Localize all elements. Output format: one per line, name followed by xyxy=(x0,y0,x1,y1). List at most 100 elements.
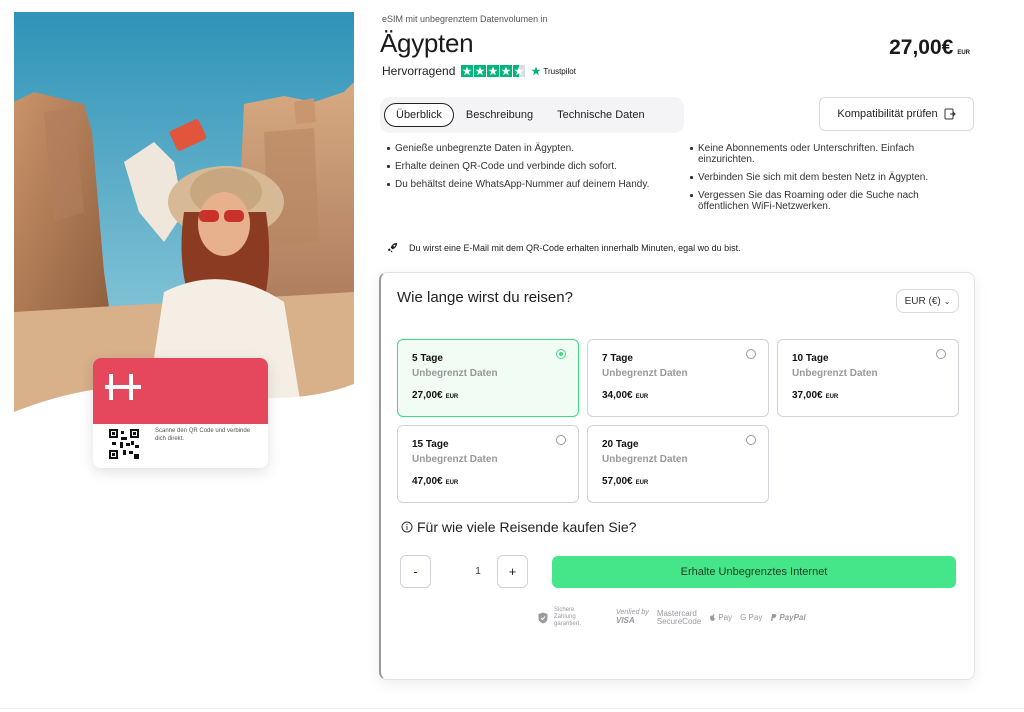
list-item: Keine Abonnements oder Unterschriften. E… xyxy=(690,143,960,165)
paypal-logo: PayPal xyxy=(770,613,806,622)
plan-days: 5 Tage xyxy=(412,353,443,364)
star-icon xyxy=(474,65,487,77)
plan-price-value: 47,00€ xyxy=(412,476,443,487)
mastercard-securecode-logo: Mastercard SecureCode xyxy=(656,609,702,626)
plan-radio[interactable] xyxy=(746,435,756,445)
trip-duration-question: Wie lange wirst du reisen? xyxy=(397,289,573,306)
features-list-right: Keine Abonnements oder Unterschriften. E… xyxy=(690,143,960,219)
trustpilot-star-icon xyxy=(531,66,541,76)
plan-data: Unbegrenzt Daten xyxy=(602,368,688,379)
currency-select-value: EUR (€) xyxy=(904,295,941,307)
check-compatibility-button[interactable]: Kompatibilität prüfen xyxy=(819,97,974,131)
plan-price: 34,00€ EUR xyxy=(602,390,648,401)
star-icon xyxy=(500,65,513,77)
plan-radio[interactable] xyxy=(556,349,566,359)
plan-option-7-days[interactable]: 7 Tage Unbegrenzt Daten 34,00€ EUR xyxy=(587,339,769,417)
product-tabs: Überblick Beschreibung Technische Daten xyxy=(380,97,684,133)
travelers-question-text: Für wie viele Reisende kaufen Sie? xyxy=(417,519,637,535)
trustpilot-label: Trustpilot xyxy=(543,66,576,76)
info-icon[interactable] xyxy=(401,521,413,533)
plan-price-value: 27,00€ xyxy=(412,390,443,401)
plan-price: 47,00€ EUR xyxy=(412,476,458,487)
header-price: 27,00€ EUR xyxy=(889,36,970,60)
apple-pay-text: Pay xyxy=(718,613,733,622)
header-price-currency: EUR xyxy=(957,50,970,56)
qr-code-icon xyxy=(109,429,139,459)
plan-radio[interactable] xyxy=(556,435,566,445)
features-list-left: Genieße unbegrenzte Daten in Ägypten. Er… xyxy=(387,143,657,197)
chevron-down-icon: ⌄ xyxy=(943,296,951,306)
star-icon xyxy=(487,65,500,77)
buy-unlimited-internet-button[interactable]: Erhalte Unbegrenztes Internet xyxy=(552,556,956,588)
plan-price-currency: EUR xyxy=(635,394,649,400)
tab-description[interactable]: Beschreibung xyxy=(454,103,545,127)
plan-price-value: 57,00€ xyxy=(602,476,633,487)
plan-days: 7 Tage xyxy=(602,353,633,364)
qr-promo-card: Scanne den QR Code und verbinde dich dir… xyxy=(93,358,268,468)
paypal-icon xyxy=(771,614,777,621)
list-item: Genieße unbegrenzte Daten in Ägypten. xyxy=(387,143,657,154)
plan-data: Unbegrenzt Daten xyxy=(412,454,498,465)
paypal-text: PayPal xyxy=(779,613,806,622)
plan-days: 15 Tage xyxy=(412,439,449,450)
email-note-text: Du wirst eine E-Mail mit dem QR-Code erh… xyxy=(409,242,741,253)
google-pay-logo: G Pay xyxy=(740,613,763,622)
plan-price-value: 37,00€ xyxy=(792,390,823,401)
page-title: Ägypten xyxy=(380,28,474,58)
secure-payment-text: Sichere Zahlung garantiert. xyxy=(554,607,582,627)
travelers-question: Für wie viele Reisende kaufen Sie? xyxy=(401,519,636,535)
apple-icon xyxy=(710,614,716,621)
check-compatibility-label: Kompatibilität prüfen xyxy=(837,108,938,120)
quantity-decrease-button[interactable]: - xyxy=(400,555,431,588)
rating-label: Hervorragend xyxy=(382,64,456,78)
list-item: Vergessen Sie das Roaming oder die Suche… xyxy=(690,190,960,212)
plan-radio[interactable] xyxy=(746,349,756,359)
securecode-text: SecureCode xyxy=(656,616,702,626)
plan-option-10-days[interactable]: 10 Tage Unbegrenzt Daten 37,00€ EUR xyxy=(777,339,959,417)
email-note: Du wirst eine E-Mail mit dem QR-Code erh… xyxy=(386,241,741,254)
plan-option-15-days[interactable]: 15 Tage Unbegrenzt Daten 47,00€ EUR xyxy=(397,425,579,503)
plan-data: Unbegrenzt Daten xyxy=(412,368,498,379)
trustpilot-logo: Trustpilot xyxy=(531,66,576,76)
secure-payment-badge: Sichere Zahlung garantiert. xyxy=(538,607,594,628)
booking-panel: Wie lange wirst du reisen? EUR (€) ⌄ 5 T… xyxy=(379,272,975,680)
plan-price: 27,00€ EUR xyxy=(412,390,458,401)
tab-technical-data[interactable]: Technische Daten xyxy=(545,103,656,127)
plan-price-value: 34,00€ xyxy=(602,390,633,401)
payment-methods: Sichere Zahlung garantiert. Verified by … xyxy=(538,607,806,628)
plan-option-20-days[interactable]: 20 Tage Unbegrenzt Daten 57,00€ EUR xyxy=(587,425,769,503)
rating-stars xyxy=(461,65,526,77)
list-item: Erhalte deinen QR-Code und verbinde dich… xyxy=(387,161,657,172)
plan-price-currency: EUR xyxy=(635,480,649,486)
trustpilot-rating[interactable]: Hervorragend Trustpilot xyxy=(382,64,576,78)
holafly-logo-icon xyxy=(105,374,141,400)
plan-data: Unbegrenzt Daten xyxy=(792,368,878,379)
star-icon xyxy=(461,65,474,77)
plan-price-currency: EUR xyxy=(445,480,459,486)
plan-data: Unbegrenzt Daten xyxy=(602,454,688,465)
brand-banner xyxy=(93,358,268,424)
header-price-value: 27,00€ xyxy=(889,36,954,59)
shield-icon xyxy=(538,612,548,623)
plan-price-currency: EUR xyxy=(825,394,839,400)
rocket-icon xyxy=(387,242,398,253)
currency-select[interactable]: EUR (€) ⌄ xyxy=(896,289,959,313)
external-check-icon xyxy=(944,108,956,120)
tab-overview[interactable]: Überblick xyxy=(384,103,454,127)
product-eyebrow: eSIM mit unbegrenztem Datenvolumen in xyxy=(382,14,548,24)
qr-card-text: Scanne den QR Code und verbinde dich dir… xyxy=(155,428,251,442)
plan-option-5-days[interactable]: 5 Tage Unbegrenzt Daten 27,00€ EUR xyxy=(397,339,579,417)
list-item: Verbinden Sie sich mit dem besten Netz i… xyxy=(690,172,960,183)
plan-days: 10 Tage xyxy=(792,353,829,364)
page-divider xyxy=(0,708,1024,709)
plan-radio[interactable] xyxy=(936,349,946,359)
plan-days: 20 Tage xyxy=(602,439,639,450)
plan-price-currency: EUR xyxy=(445,394,459,400)
plan-price: 37,00€ EUR xyxy=(792,390,838,401)
plan-price: 57,00€ EUR xyxy=(602,476,648,487)
list-item: Du behältst deine WhatsApp-Nummer auf de… xyxy=(387,179,657,190)
visa-text: VISA xyxy=(616,616,635,625)
verified-by-visa-logo: Verified by VISA xyxy=(616,609,649,626)
quantity-increase-button[interactable]: + xyxy=(497,555,528,588)
apple-pay-logo: Pay xyxy=(709,613,732,622)
